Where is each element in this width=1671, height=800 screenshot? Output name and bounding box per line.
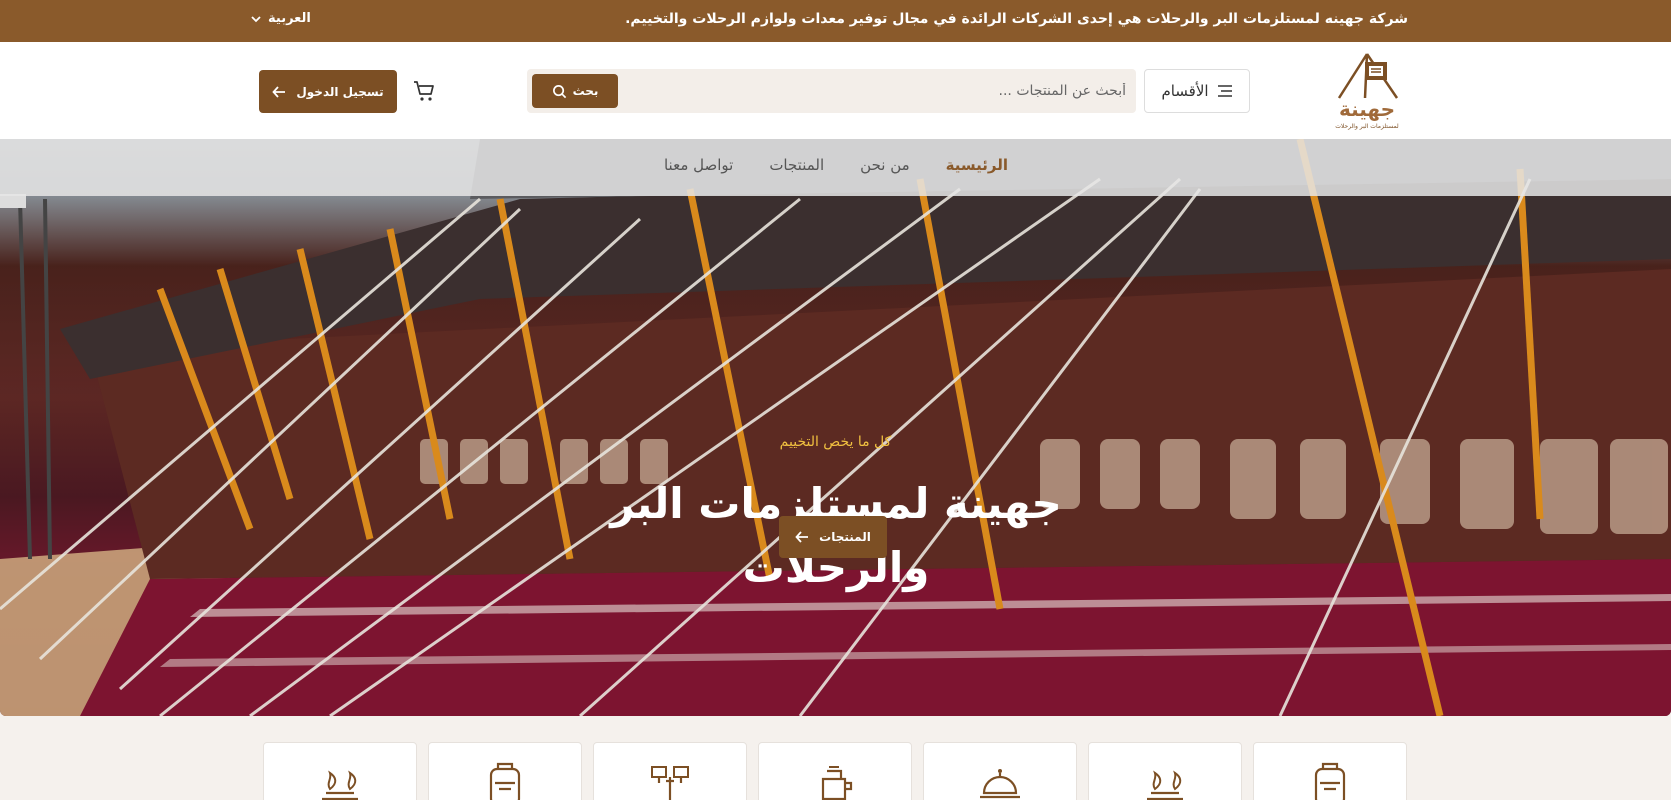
backpack-icon	[489, 762, 521, 800]
category-card[interactable]	[1253, 742, 1407, 800]
category-card[interactable]	[923, 742, 1077, 800]
nav-item-products[interactable]: المنتجات	[769, 156, 824, 174]
serving-cloche-icon	[980, 769, 1020, 799]
search-bar: بحث	[527, 69, 1136, 113]
language-label: العربية	[268, 11, 311, 26]
campfire-icon	[1147, 770, 1183, 800]
main-nav: الرئيسية من نحن المنتجات تواصل معنا	[0, 139, 1671, 196]
search-button[interactable]: بحث	[532, 74, 618, 108]
backpack-icon	[1314, 762, 1346, 800]
search-icon	[552, 84, 566, 98]
arrow-left-icon	[795, 531, 809, 543]
login-button-label: تسجيل الدخول	[296, 84, 384, 99]
site-header: جهينة لمستلزمات البر والرحلات الأقسام بح…	[0, 42, 1671, 139]
nav-item-contact[interactable]: تواصل معنا	[664, 156, 733, 174]
cart-icon[interactable]	[412, 79, 436, 103]
svg-text:لمستلزمات البر والرحلات: لمستلزمات البر والرحلات	[1335, 123, 1399, 130]
brand-logo[interactable]: جهينة لمستلزمات البر والرحلات	[1325, 50, 1409, 132]
chevron-down-icon	[251, 15, 261, 22]
hero-eyebrow: كل ما يخص التخييم	[779, 434, 892, 450]
tent-logo-icon: جهينة لمستلزمات البر والرحلات	[1335, 53, 1399, 130]
nav-item-about[interactable]: من نحن	[860, 156, 910, 174]
categories-button[interactable]: الأقسام	[1144, 69, 1250, 113]
tent-photo	[0, 139, 1671, 716]
hero-products-button[interactable]: المنتجات	[779, 516, 887, 558]
categories-label: الأقسام	[1161, 82, 1209, 100]
search-button-label: بحث	[572, 84, 599, 98]
category-card[interactable]	[428, 742, 582, 800]
menu-icon	[1217, 85, 1232, 97]
category-card[interactable]	[758, 742, 912, 800]
lantern-lights-icon	[651, 766, 689, 800]
arrow-left-icon	[272, 85, 286, 98]
announcement-bar: شركة جهينه لمستلزمات البر والرحلات هي إح…	[0, 0, 1671, 42]
category-cards	[259, 742, 1407, 800]
kettle-stove-icon	[821, 766, 853, 800]
search-input[interactable]	[646, 69, 1126, 113]
svg-text:جهينة: جهينة	[1339, 97, 1395, 121]
campfire-icon	[322, 770, 358, 800]
language-selector[interactable]: العربية	[250, 11, 311, 26]
hero-banner: كل ما يخص التخييم جهينة لمستلزمات البر و…	[0, 139, 1671, 716]
login-button[interactable]: تسجيل الدخول	[259, 70, 397, 113]
category-card[interactable]	[593, 742, 747, 800]
category-card[interactable]	[263, 742, 417, 800]
nav-item-home[interactable]: الرئيسية	[946, 156, 1008, 174]
category-card[interactable]	[1088, 742, 1242, 800]
announcement-text: شركة جهينه لمستلزمات البر والرحلات هي إح…	[625, 11, 1408, 27]
hero-products-label: المنتجات	[819, 530, 871, 544]
